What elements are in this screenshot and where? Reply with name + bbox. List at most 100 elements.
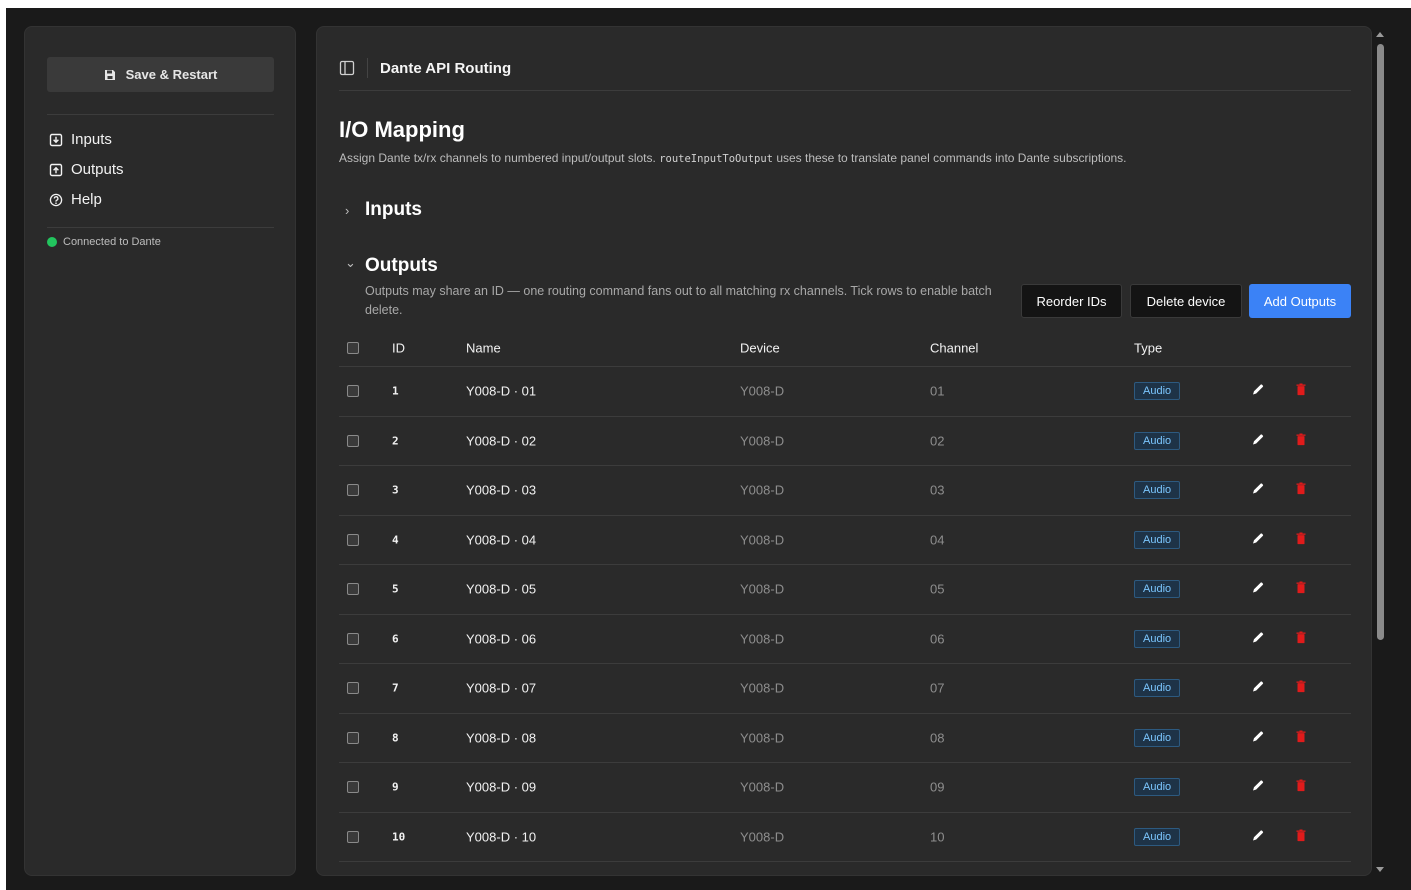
scrollbar-thumb[interactable] — [1377, 44, 1384, 640]
row-checkbox[interactable] — [347, 434, 359, 447]
trash-icon — [1296, 532, 1306, 544]
delete-button[interactable] — [1294, 630, 1308, 647]
delete-button[interactable] — [1294, 383, 1308, 400]
row-channel: 02 — [930, 433, 945, 449]
edit-button[interactable] — [1251, 828, 1265, 845]
table-row[interactable]: 9 Y008-D · 09 Y008-D 09 Audio — [339, 763, 1351, 813]
sidebar-item-inputs[interactable]: Inputs — [49, 131, 112, 148]
inputs-section-toggle[interactable]: › Inputs — [345, 199, 422, 221]
sidebar-item-help[interactable]: Help — [49, 191, 102, 208]
scroll-up-arrow-icon[interactable] — [1376, 32, 1384, 37]
pencil-icon — [1253, 533, 1264, 544]
row-name: Y008-D · 08 — [466, 730, 537, 746]
pencil-icon — [1253, 434, 1264, 445]
row-type-cell: Audio — [1134, 431, 1181, 450]
trash-icon — [1296, 829, 1306, 841]
desc-text: uses these to translate panel commands i… — [772, 151, 1127, 165]
edit-button[interactable] — [1251, 482, 1265, 499]
row-channel: 03 — [930, 482, 945, 498]
table-row[interactable]: 4 Y008-D · 04 Y008-D 04 Audio — [339, 516, 1351, 565]
row-checkbox[interactable] — [347, 830, 359, 843]
table-row[interactable]: 7 Y008-D · 07 Y008-D 07 Audio — [339, 664, 1351, 714]
sidebar-divider — [47, 227, 274, 228]
delete-button[interactable] — [1294, 482, 1308, 499]
pencil-icon — [1253, 483, 1264, 494]
reorder-ids-button[interactable]: Reorder IDs — [1021, 284, 1122, 318]
row-name: Y008-D · 05 — [466, 581, 537, 597]
scroll-down-arrow-icon[interactable] — [1376, 867, 1384, 872]
edit-button[interactable] — [1251, 630, 1265, 647]
trash-icon — [1296, 730, 1306, 742]
row-channel: 04 — [930, 532, 945, 548]
type-badge: Audio — [1134, 728, 1181, 747]
pencil-icon — [1253, 384, 1264, 395]
delete-button[interactable] — [1294, 828, 1308, 845]
delete-button[interactable] — [1294, 432, 1308, 449]
row-device: Y008-D — [740, 779, 785, 795]
delete-button[interactable] — [1294, 729, 1308, 746]
delete-button[interactable] — [1294, 779, 1308, 796]
table-row[interactable]: 1 Y008-D · 01 Y008-D 01 Audio — [339, 367, 1351, 417]
row-type-cell: Audio — [1134, 728, 1181, 747]
edit-button[interactable] — [1251, 432, 1265, 449]
row-device: Y008-D — [740, 581, 785, 597]
page-scrollbar[interactable] — [1374, 28, 1388, 876]
table-row[interactable]: 2 Y008-D · 02 Y008-D 02 Audio — [339, 417, 1351, 466]
row-checkbox[interactable] — [347, 533, 359, 546]
row-device: Y008-D — [740, 829, 785, 845]
table-row[interactable]: 6 Y008-D · 06 Y008-D 06 Audio — [339, 615, 1351, 664]
edit-button[interactable] — [1251, 383, 1265, 400]
edit-button[interactable] — [1251, 729, 1265, 746]
type-badge: Audio — [1134, 827, 1181, 846]
edit-button[interactable] — [1251, 581, 1265, 598]
sidebar-divider — [47, 114, 274, 115]
row-name: Y008-D · 01 — [466, 383, 537, 399]
edit-button[interactable] — [1251, 531, 1265, 548]
chevron-right-icon: › — [345, 202, 350, 218]
row-type-cell: Audio — [1134, 778, 1181, 797]
row-name: Y008-D · 10 — [466, 829, 537, 845]
delete-button[interactable] — [1294, 680, 1308, 697]
top-bar-separator — [367, 58, 368, 78]
delete-device-button[interactable]: Delete device — [1130, 284, 1242, 318]
row-checkbox[interactable] — [347, 731, 359, 744]
page-description: Assign Dante tx/rx channels to numbered … — [339, 151, 1127, 165]
row-id: 4 — [392, 533, 399, 547]
col-header-type: Type — [1134, 340, 1163, 355]
delete-button[interactable] — [1294, 531, 1308, 548]
row-checkbox[interactable] — [347, 484, 359, 497]
pencil-icon — [1253, 632, 1264, 643]
row-checkbox[interactable] — [347, 385, 359, 398]
row-id: 6 — [392, 632, 399, 646]
row-checkbox[interactable] — [347, 781, 359, 794]
outputs-section-toggle[interactable]: ⌄ Outputs — [345, 255, 438, 277]
table-row[interactable]: 8 Y008-D · 08 Y008-D 08 Audio — [339, 714, 1351, 763]
row-channel: 07 — [930, 680, 945, 696]
outputs-section-title: Outputs — [365, 255, 438, 276]
select-all-checkbox[interactable] — [347, 341, 359, 354]
row-device: Y008-D — [740, 433, 785, 449]
row-device: Y008-D — [740, 482, 785, 498]
row-checkbox[interactable] — [347, 632, 359, 645]
type-badge: Audio — [1134, 481, 1181, 500]
box-arrow-out-icon — [49, 163, 63, 176]
outputs-table: ID Name Device Channel Type 1 Y008-D · 0… — [339, 329, 1351, 862]
row-checkbox[interactable] — [347, 583, 359, 596]
delete-button[interactable] — [1294, 581, 1308, 598]
row-id: 2 — [392, 434, 399, 448]
type-badge: Audio — [1134, 530, 1181, 549]
row-device: Y008-D — [740, 680, 785, 696]
save-restart-button[interactable]: Save & Restart — [47, 57, 274, 92]
edit-button[interactable] — [1251, 680, 1265, 697]
table-row[interactable]: 10 Y008-D · 10 Y008-D 10 Audio — [339, 813, 1351, 862]
table-row[interactable]: 3 Y008-D · 03 Y008-D 03 Audio — [339, 466, 1351, 516]
sidebar-item-outputs[interactable]: Outputs — [49, 161, 124, 178]
pencil-icon — [1253, 582, 1264, 593]
table-row[interactable]: 5 Y008-D · 05 Y008-D 05 Audio — [339, 565, 1351, 615]
pencil-icon — [1253, 830, 1264, 841]
add-outputs-button[interactable]: Add Outputs — [1249, 284, 1351, 318]
page-header-title: Dante API Routing — [380, 60, 512, 77]
edit-button[interactable] — [1251, 779, 1265, 796]
row-checkbox[interactable] — [347, 682, 359, 695]
sidebar-toggle-icon[interactable] — [339, 60, 355, 76]
